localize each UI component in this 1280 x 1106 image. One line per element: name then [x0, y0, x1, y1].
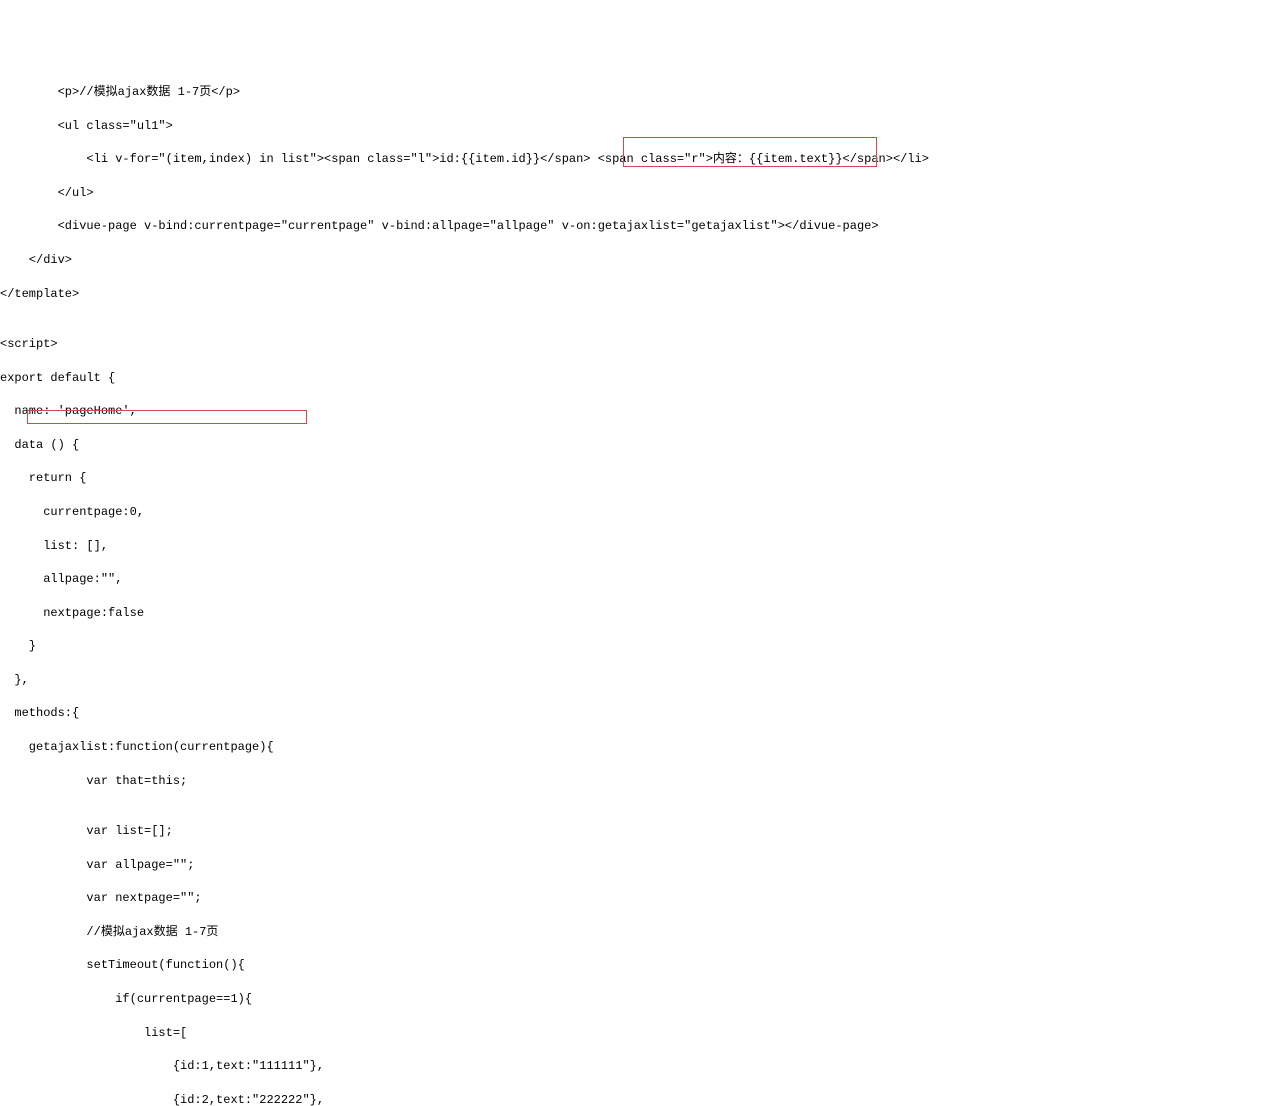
code-line: <p>//模拟ajax数据 1-7页</p>	[0, 84, 1280, 101]
code-line: },	[0, 672, 1280, 689]
code-line: data () {	[0, 437, 1280, 454]
code-line: methods:{	[0, 705, 1280, 722]
code-block: <p>//模拟ajax数据 1-7页</p> <ul class="ul1"> …	[0, 67, 1280, 1106]
code-line: nextpage:false	[0, 605, 1280, 622]
code-line: var nextpage="";	[0, 890, 1280, 907]
code-line: allpage:"",	[0, 571, 1280, 588]
code-line: name: 'pageHome',	[0, 403, 1280, 420]
code-line: <ul class="ul1">	[0, 118, 1280, 135]
code-line: {id:2,text:"222222"},	[0, 1092, 1280, 1106]
code-line: <divue-page v-bind:currentpage="currentp…	[0, 218, 1280, 235]
code-line: list: [],	[0, 538, 1280, 555]
code-line: </div>	[0, 252, 1280, 269]
code-line: var that=this;	[0, 773, 1280, 790]
code-line: <script>	[0, 336, 1280, 353]
code-line: currentpage:0,	[0, 504, 1280, 521]
code-line: var allpage="";	[0, 857, 1280, 874]
code-line: </ul>	[0, 185, 1280, 202]
code-line: list=[	[0, 1025, 1280, 1042]
code-line: <li v-for="(item,index) in list"><span c…	[0, 151, 1280, 168]
code-line: setTimeout(function(){	[0, 957, 1280, 974]
code-line: export default {	[0, 370, 1280, 387]
code-line: var list=[];	[0, 823, 1280, 840]
code-line: getajaxlist:function(currentpage){	[0, 739, 1280, 756]
code-line: }	[0, 638, 1280, 655]
code-line: {id:1,text:"111111"},	[0, 1058, 1280, 1075]
code-line: if(currentpage==1){	[0, 991, 1280, 1008]
code-line: return {	[0, 470, 1280, 487]
code-line: </template>	[0, 286, 1280, 303]
code-line: //模拟ajax数据 1-7页	[0, 924, 1280, 941]
